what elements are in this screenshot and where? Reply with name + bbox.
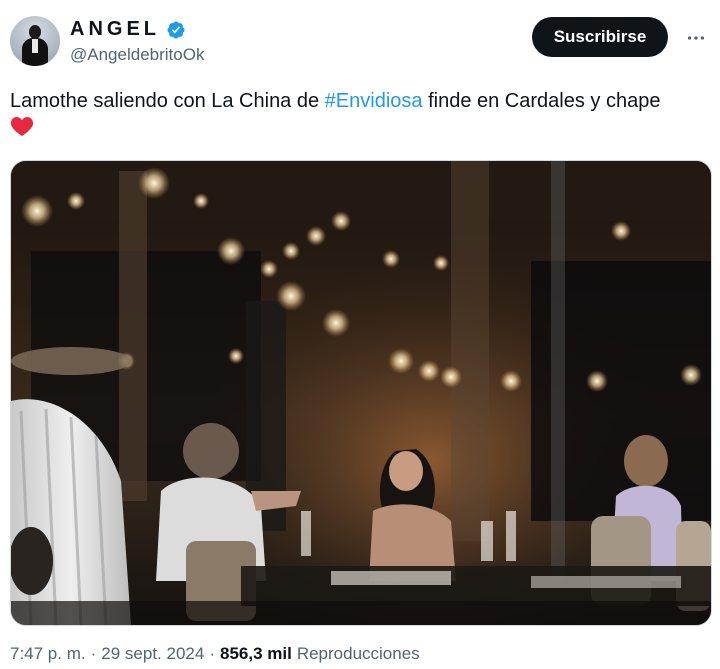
- tweet-header: ANGEL @AngeldebritoOk Suscribirse: [10, 14, 710, 70]
- footer-separator: ·: [90, 644, 97, 663]
- verified-badge-icon: [167, 20, 185, 39]
- hashtag-link[interactable]: #Envidiosa: [325, 90, 423, 112]
- user-handle[interactable]: @AngeldebritoOk: [70, 45, 204, 65]
- tweet-time[interactable]: 7:47 p. m.: [10, 644, 86, 664]
- more-options-icon[interactable]: [682, 24, 710, 52]
- avatar-shirt-shape: [32, 39, 38, 53]
- tweet-text-after: finde en Cardales y chape: [422, 90, 661, 112]
- tweet-date[interactable]: 29 sept. 2024: [101, 644, 204, 664]
- more-horizontal-icon: [687, 36, 705, 40]
- avatar-head-shape: [29, 25, 41, 39]
- display-name[interactable]: ANGEL: [70, 18, 160, 41]
- views-label: Reproducciones: [296, 644, 420, 663]
- name-row: ANGEL: [70, 18, 186, 41]
- avatar[interactable]: [10, 16, 60, 66]
- red-heart-icon: [10, 117, 34, 136]
- tweet-footer: 7:47 p. m. · 29 sept. 2024 · 856,3 mil R…: [10, 644, 420, 664]
- footer-separator-2: ·: [209, 644, 215, 663]
- tweet-text-before: Lamothe saliendo con La China de: [10, 90, 325, 112]
- tweet-photo[interactable]: [10, 160, 712, 626]
- views-count[interactable]: 856,3 mil: [220, 644, 292, 664]
- tweet-text: Lamothe saliendo con La China de #Envidi…: [10, 88, 710, 140]
- subscribe-button[interactable]: Suscribirse: [532, 17, 668, 57]
- restaurant-photo-illustration: [11, 161, 711, 625]
